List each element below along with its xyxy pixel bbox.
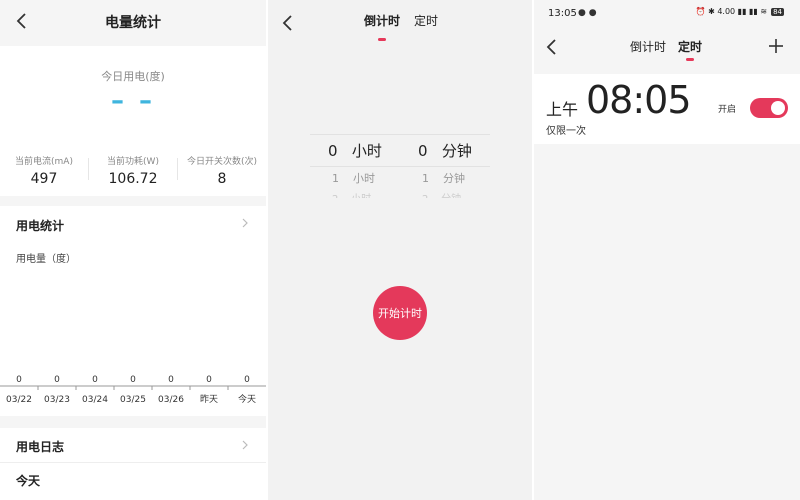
x-tick-label: 今天 xyxy=(238,393,256,405)
power-value: 106.72 xyxy=(108,171,158,187)
alarm-time: 08:05 xyxy=(586,78,692,122)
add-icon[interactable] xyxy=(766,36,786,56)
x-tick-label: 03/23 xyxy=(44,395,70,405)
hours-next2: 2 小时 xyxy=(332,190,371,198)
back-icon[interactable] xyxy=(542,36,564,58)
power-stat: 当前功耗(W) 106.72 xyxy=(89,154,177,187)
tab-timer[interactable]: 定时 xyxy=(678,38,702,55)
hours-selected: 0 小时 xyxy=(328,142,382,160)
alarm-toggle[interactable] xyxy=(750,98,788,118)
divider xyxy=(0,462,266,463)
x-tick-label: 昨天 xyxy=(200,393,218,405)
bar-value-label: 0 xyxy=(244,375,250,385)
start-timer-button[interactable]: 开始计时 xyxy=(373,286,427,340)
active-tab-indicator xyxy=(378,38,386,41)
page-title: 电量统计 xyxy=(105,15,161,31)
usage-stats-title: 用电统计 xyxy=(16,219,65,233)
bar-value-label: 0 xyxy=(206,375,212,385)
hours-next: 1 小时 xyxy=(332,172,375,185)
countdown-screen: 倒计时 定时 0 小时 1 小时 2 小时 0 分钟 1 分钟 xyxy=(268,0,532,500)
switch-count-value: 8 xyxy=(217,171,227,187)
current-stat: 当前电流(mA) 497 xyxy=(0,154,88,187)
minutes-next: 1 分钟 xyxy=(422,172,465,185)
toggle-knob xyxy=(771,101,785,115)
active-tab-indicator xyxy=(686,58,694,61)
alarm-ampm: 上午 xyxy=(546,100,579,119)
current-label: 当前电流(mA) xyxy=(15,157,73,167)
alarm-item[interactable]: 上午 08:05 仅限一次 开启 xyxy=(534,74,800,144)
usage-log-section: 用电日志 今天 xyxy=(0,428,266,500)
x-tick-label: 03/22 xyxy=(6,395,32,405)
x-tick-label: 03/25 xyxy=(120,395,146,405)
duration-picker[interactable]: 0 小时 1 小时 2 小时 0 分钟 1 分钟 2 分钟 xyxy=(310,134,490,198)
current-value: 497 xyxy=(30,171,58,187)
power-label: 当前功耗(W) xyxy=(107,157,159,167)
status-time: 13:05 xyxy=(548,8,577,19)
switch-count-label: 今日开关次数(次) xyxy=(186,157,258,167)
minutes-next2: 2 分钟 xyxy=(422,190,461,198)
status-bar: 13:05 ● ● ⏰ ✱ 4.00 ▮▮ ▮▮ ≋ 84 xyxy=(534,0,800,28)
timer-screen: 13:05 ● ● ⏰ ✱ 4.00 ▮▮ ▮▮ ≋ 84 倒计时 定时 上午 … xyxy=(534,0,800,500)
log-today-label: 今天 xyxy=(16,474,41,488)
bar-value-label: 0 xyxy=(54,375,60,385)
back-icon[interactable] xyxy=(278,12,300,34)
alarm-enabled-label: 开启 xyxy=(718,105,737,115)
stats-header: 电量统计 xyxy=(0,0,266,44)
bar-value-label: 0 xyxy=(92,375,98,385)
today-summary-card: 今日用电(度) – – 当前电流(mA) 497 当前功耗(W) 106.72 … xyxy=(0,46,266,196)
stats-screen: 电量统计 今日用电(度) – – 当前电流(mA) 497 当前功耗(W) 10… xyxy=(0,0,266,500)
alarm-repeat: 仅限一次 xyxy=(546,126,586,137)
switch-count-stat: 今日开关次数(次) 8 xyxy=(178,154,266,187)
chevron-right-icon[interactable] xyxy=(240,440,250,450)
timer-header: 倒计时 定时 xyxy=(534,30,800,64)
tab-countdown[interactable]: 倒计时 xyxy=(364,12,400,29)
stats-row: 当前电流(mA) 497 当前功耗(W) 106.72 今日开关次数(次) 8 xyxy=(0,154,266,187)
chart-canvas: 0 03/22 0 03/23 0 03/24 0 03/25 0 03/26 0 昨天 0 今天 xyxy=(0,375,266,405)
status-right: ⏰ ✱ 4.00 ▮▮ ▮▮ ≋ 84 xyxy=(696,7,784,16)
today-usage-label: 今日用电(度) xyxy=(101,70,165,83)
usage-stats-row[interactable]: 用电统计 xyxy=(0,206,266,240)
bar-value-label: 0 xyxy=(130,375,136,385)
tab-timer[interactable]: 定时 xyxy=(414,12,438,29)
bar-value-label: 0 xyxy=(16,375,22,385)
chevron-right-icon xyxy=(242,218,248,228)
usage-log-title[interactable]: 用电日志 xyxy=(16,438,64,455)
battery-icon: 84 xyxy=(771,7,784,16)
x-tick-label: 03/24 xyxy=(82,395,108,405)
tab-countdown[interactable]: 倒计时 xyxy=(630,38,666,55)
today-usage-value: – – xyxy=(110,86,156,116)
x-tick-label: 03/26 xyxy=(158,395,184,405)
notification-icons: ● ● xyxy=(578,8,597,18)
bar-value-label: 0 xyxy=(168,375,174,385)
minutes-selected: 0 分钟 xyxy=(418,142,472,160)
usage-chart: 用电量（度） 0 03/22 0 03/23 0 03/24 0 03/25 0 03/26 0 昨天… xyxy=(0,240,266,416)
status-indicators: ⏰ ✱ 4.00 ▮▮ ▮▮ ≋ xyxy=(695,7,768,16)
